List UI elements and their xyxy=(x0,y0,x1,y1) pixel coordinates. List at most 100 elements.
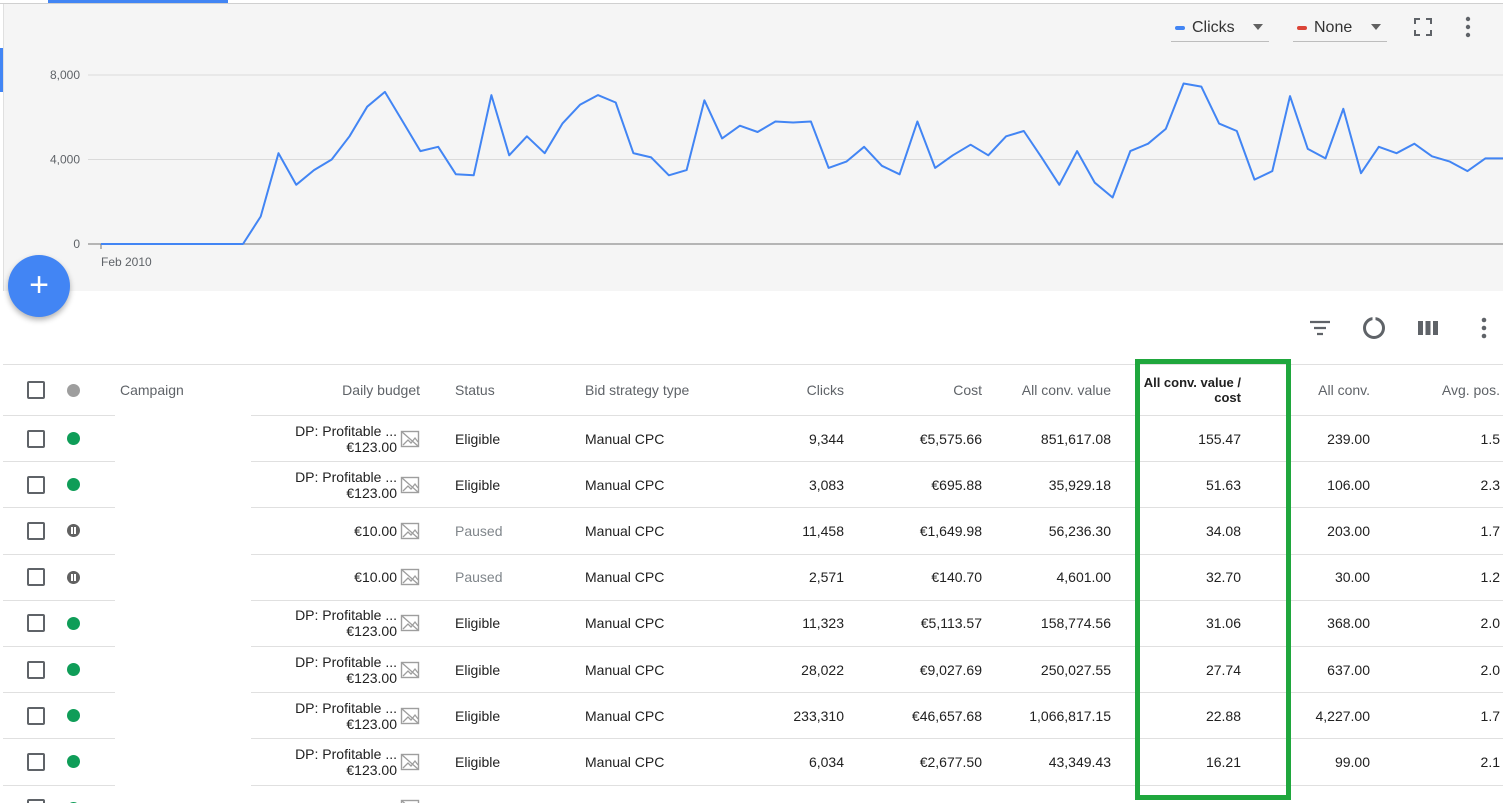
budget-report-icon[interactable] xyxy=(400,476,420,494)
cost-cell: €5,575.66 xyxy=(919,430,982,447)
filter-icon[interactable] xyxy=(1306,314,1334,342)
row-status-cell xyxy=(64,739,82,784)
status-cell: Eligible xyxy=(455,661,501,678)
budget-report-icon[interactable] xyxy=(400,707,420,725)
row-checkbox[interactable] xyxy=(27,752,45,771)
row-select-cell xyxy=(25,601,47,646)
clicks-line-chart: 8,000 4,000 0 Feb 2010 xyxy=(50,68,1503,269)
status-cell xyxy=(455,786,565,803)
daily-budget-cell[interactable]: DP: Profitable ... €123.00 xyxy=(253,416,420,461)
header-bid-strategy[interactable]: Bid strategy type xyxy=(585,365,735,415)
header-ratio-line1: All conv. value / xyxy=(1143,375,1241,390)
metric-selector-clicks[interactable]: Clicks xyxy=(1171,14,1269,42)
daily-budget-cell[interactable]: €10.00 xyxy=(253,555,420,600)
status-cell: Eligible xyxy=(455,707,501,724)
more-vert-icon[interactable] xyxy=(1470,314,1498,342)
status-cell: Eligible xyxy=(455,753,501,770)
daily-budget-cell[interactable]: DP: Profitable ... xyxy=(253,786,420,803)
status-dot-icon[interactable] xyxy=(66,478,80,492)
fullscreen-icon[interactable] xyxy=(1413,17,1433,37)
status-cell: Paused xyxy=(455,522,503,539)
header-cost[interactable]: Cost xyxy=(863,365,982,415)
daily-budget-cell[interactable]: DP: Profitable ... €123.00 xyxy=(253,601,420,646)
status-cell: Eligible xyxy=(455,476,501,493)
all-conv-cell: 30.00 xyxy=(1334,569,1370,586)
more-vert-icon[interactable] xyxy=(1459,16,1477,38)
budget-amount: €123.00 xyxy=(346,715,397,732)
row-status-cell xyxy=(64,555,82,600)
value-per-cost-cell: 51.63 xyxy=(1205,476,1241,493)
status-dot-icon[interactable] xyxy=(66,524,80,538)
select-all-checkbox[interactable] xyxy=(27,381,45,399)
budget-report-icon[interactable] xyxy=(400,614,420,632)
budget-report-icon[interactable] xyxy=(400,568,420,586)
row-select-cell xyxy=(25,508,47,553)
status-dot-icon[interactable] xyxy=(66,616,80,630)
row-checkbox[interactable] xyxy=(27,568,45,587)
status-dot-icon[interactable] xyxy=(66,755,80,769)
bid-strategy-cell: Manual CPC xyxy=(585,476,665,493)
budget-report-icon[interactable] xyxy=(400,753,420,771)
all-conv-cell: 106.00 xyxy=(1327,476,1370,493)
header-all-conv-value[interactable]: All conv. value xyxy=(1003,365,1111,415)
series-line-clicks xyxy=(101,82,1503,245)
header-daily-budget[interactable]: Daily budget xyxy=(253,365,420,415)
status-cell: Paused xyxy=(455,569,503,586)
row-select-cell xyxy=(25,693,47,738)
budget-report-icon[interactable] xyxy=(400,799,420,803)
chevron-down-icon xyxy=(1253,24,1263,30)
status-dot-icon[interactable] xyxy=(66,570,80,584)
metric-selector-none[interactable]: None xyxy=(1293,14,1387,42)
status-dot-icon[interactable] xyxy=(66,663,80,677)
value-per-cost-cell: 155.47 xyxy=(1198,430,1241,447)
daily-budget-cell[interactable]: €10.00 xyxy=(253,508,420,553)
bid-strategy-cell: Manual CPC xyxy=(585,430,665,447)
budget-report-icon[interactable] xyxy=(400,430,420,448)
daily-budget-cell[interactable]: DP: Profitable ... €123.00 xyxy=(253,462,420,507)
row-checkbox[interactable] xyxy=(27,614,45,633)
value-per-cost-cell xyxy=(1143,786,1241,803)
row-checkbox[interactable] xyxy=(27,660,45,679)
add-button[interactable]: + xyxy=(8,255,70,317)
avg-pos-cell: 2.3 xyxy=(1480,476,1500,493)
budget-report-icon[interactable] xyxy=(400,522,420,540)
header-all-conv[interactable]: All conv. xyxy=(1273,365,1370,415)
avg-pos-cell: 1.7 xyxy=(1480,522,1500,539)
header-clicks[interactable]: Clicks xyxy=(743,365,844,415)
daily-budget-cell[interactable]: DP: Profitable ... €123.00 xyxy=(253,647,420,692)
cost-cell: €695.88 xyxy=(931,476,982,493)
status-cell: Eligible xyxy=(455,430,501,447)
budget-amount: €123.00 xyxy=(346,623,397,640)
budget-strategy-name: DP: Profitable ... xyxy=(295,745,397,762)
cost-cell: €46,657.68 xyxy=(911,707,982,724)
header-avg-pos[interactable]: Avg. pos. xyxy=(1393,365,1500,415)
header-value-per-cost[interactable]: All conv. value / cost xyxy=(1143,365,1241,415)
row-checkbox[interactable] xyxy=(27,475,45,494)
cost-cell: €5,113.57 xyxy=(920,615,982,632)
clicks-cell: 6,034 xyxy=(808,753,844,770)
avg-pos-cell xyxy=(1393,786,1500,803)
all-conv-cell: 368.00 xyxy=(1327,615,1370,632)
row-checkbox[interactable] xyxy=(27,521,45,540)
budget-report-icon[interactable] xyxy=(400,661,420,679)
value-per-cost-cell: 16.21 xyxy=(1205,753,1241,770)
daily-budget-cell[interactable]: DP: Profitable ... €123.00 xyxy=(253,739,420,784)
row-status-cell xyxy=(64,462,82,507)
status-dot-icon xyxy=(66,383,80,397)
row-checkbox[interactable] xyxy=(27,799,45,803)
segment-icon[interactable] xyxy=(1360,314,1388,342)
cost-cell xyxy=(863,786,982,803)
status-dot-icon[interactable] xyxy=(66,709,80,723)
clicks-cell: 11,458 xyxy=(802,522,844,539)
clicks-cell: 2,571 xyxy=(808,569,844,586)
columns-icon[interactable] xyxy=(1414,314,1442,342)
all-conv-cell: 239.00 xyxy=(1327,430,1370,447)
status-dot-icon[interactable] xyxy=(66,432,80,446)
avg-pos-cell: 1.5 xyxy=(1480,430,1500,447)
clicks-cell: 3,083 xyxy=(808,476,844,493)
header-campaign[interactable]: Campaign xyxy=(120,365,250,415)
row-checkbox[interactable] xyxy=(27,706,45,725)
header-status[interactable]: Status xyxy=(455,365,565,415)
daily-budget-cell[interactable]: DP: Profitable ... €123.00 xyxy=(253,693,420,738)
row-checkbox[interactable] xyxy=(27,429,45,448)
